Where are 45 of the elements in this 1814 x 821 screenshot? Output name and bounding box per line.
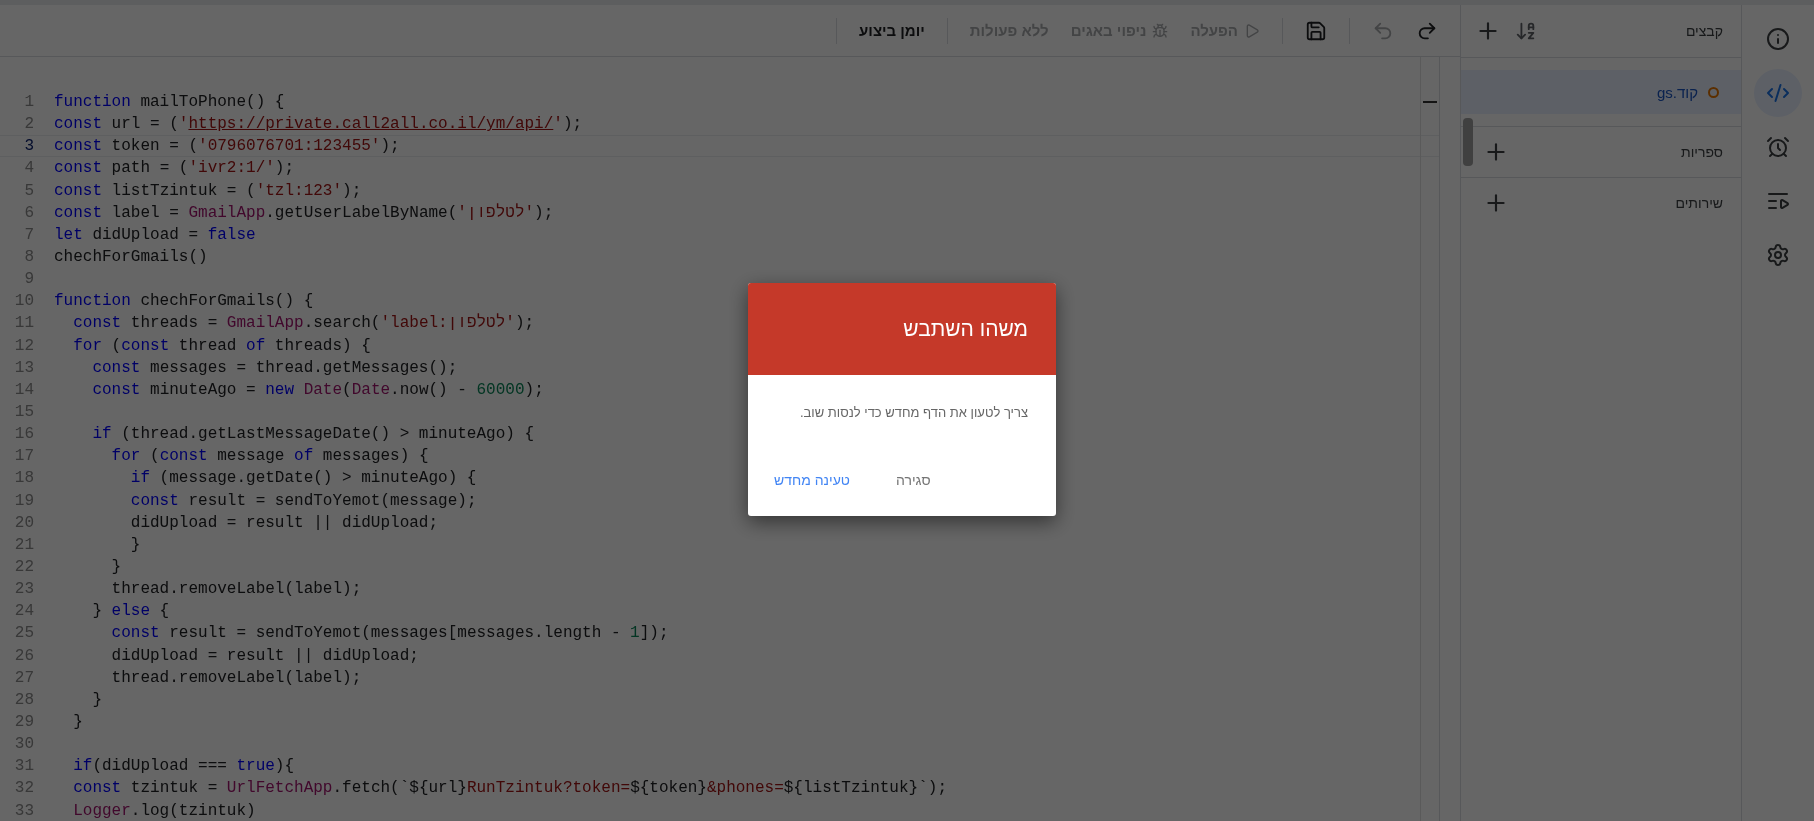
- code-line: if (thread.getLastMessageDate() > minuteAgo) {: [91, 425, 535, 444]
- section-title: שירותים: [1675, 195, 1723, 211]
- code-line: }: [91, 690, 102, 709]
- reload-button[interactable]: טעינה מחדש: [774, 472, 850, 488]
- code-line: for (const message of messages) {: [110, 447, 429, 466]
- close-button[interactable]: סגירה: [895, 472, 931, 488]
- code-line: const listTzintuk = ('tzl:123');: [54, 181, 362, 200]
- code-line: chechForGmails(): [54, 248, 208, 267]
- code-line: Logger.log(tzintuk): [72, 801, 256, 820]
- section-title: ספריות: [1681, 144, 1723, 160]
- code-line: if (message.getDate() > minuteAgo) {: [129, 469, 477, 488]
- code-line: let didUpload = false: [54, 225, 256, 244]
- code-line: const messages = thread.getMessages();: [91, 358, 458, 377]
- bug-icon: [1152, 22, 1169, 39]
- code-line: const result = sendToYemot(message);: [129, 491, 477, 510]
- scrollbar-thumb[interactable]: [1463, 118, 1473, 166]
- code-line: }: [72, 713, 83, 731]
- code-line: if(didUpload === true){: [72, 757, 295, 776]
- code-line: const url = ('https://private.call2all.co.il/ym/api/');: [54, 115, 583, 134]
- file-name: קוד.gs: [1656, 83, 1698, 101]
- code-line: function chechForGmails() {: [54, 292, 314, 311]
- save-icon: [1305, 19, 1327, 42]
- code-line: didUpload = result || didUpload;: [129, 513, 439, 532]
- code-line: }: [129, 535, 141, 554]
- code-line: didUpload = result || didUpload;: [110, 646, 419, 665]
- code-line: for (const thread of threads) {: [72, 336, 371, 355]
- code-line: const result = sendToYemot(messages[messages.length - 1]);: [110, 624, 669, 643]
- code-line: const tzintuk = UrlFetchApp.fetch(`${url}RunTzintuk?token=${token}&phones=${listTzintuk}`);: [72, 779, 947, 798]
- files-title: קבצים: [1685, 23, 1723, 39]
- play-icon: [1244, 22, 1260, 39]
- sort-icon[interactable]: [1515, 20, 1537, 42]
- code-icon[interactable]: [1754, 69, 1802, 117]
- code-line: }: [110, 558, 122, 576]
- code-line: thread.removeLabel(label);: [110, 668, 362, 687]
- dialog-title: משהו השתבש: [903, 317, 1028, 341]
- dialog-message: צריך לטעון את הדף מחדש כדי לנסות שוב.: [798, 404, 1029, 422]
- file-item[interactable]: קוד.gs: [1461, 70, 1741, 114]
- code-line: } else {: [91, 602, 170, 621]
- code-line: const path = ('ivr2:1/');: [54, 159, 295, 178]
- code-line: function mailToPhone() {: [54, 93, 285, 112]
- code-line: thread.removeLabel(label);: [110, 580, 362, 599]
- code-line: const token = ('0796076701:123455');: [54, 137, 400, 156]
- line-number: 3: [23, 137, 35, 156]
- execution-log-button[interactable]: יומן ביצוע: [851, 16, 933, 45]
- code-line: const minuteAgo = new Date(Date.now() - 60000);: [91, 380, 544, 399]
